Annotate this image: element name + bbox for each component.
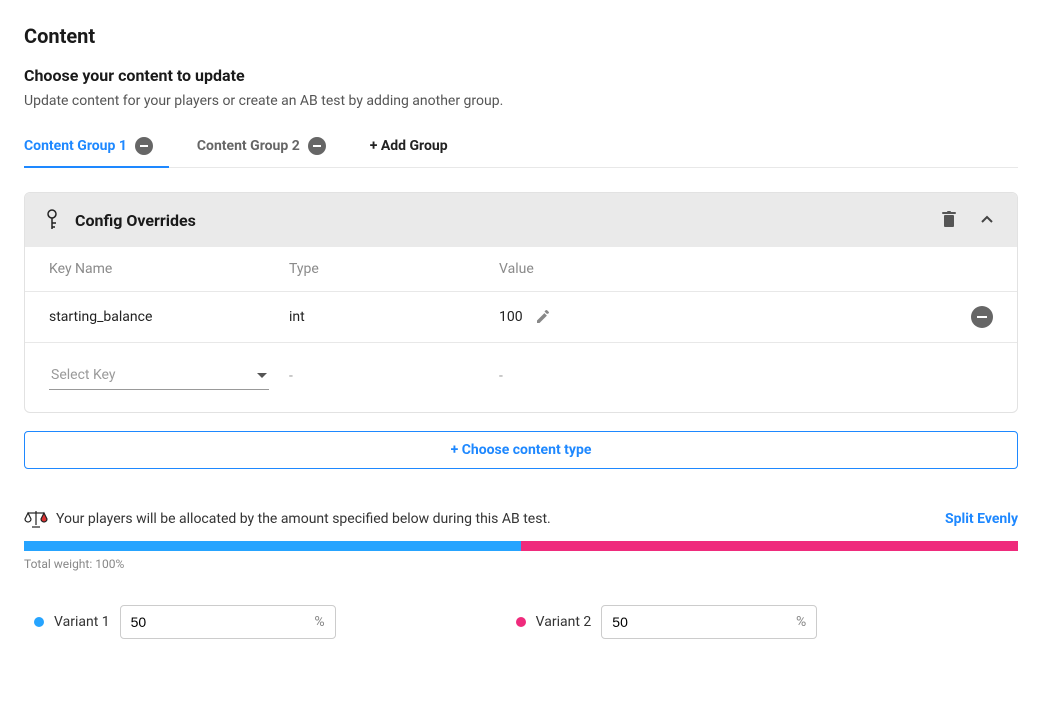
tab-label: Content Group 1 (24, 138, 127, 154)
split-evenly-link[interactable]: Split Evenly (945, 511, 1018, 527)
section-title: Choose your content to update (24, 66, 1018, 85)
total-weight-label: Total weight: 100% (24, 557, 1018, 571)
allocation-bar (24, 541, 1018, 551)
variant-2-input[interactable] (612, 614, 762, 630)
table-select-row: Select Key - - (25, 343, 1017, 412)
variant-2-dot (516, 617, 526, 627)
variant-1-dot (34, 617, 44, 627)
config-overrides-panel: Config Overrides Key Name Type Value sta… (24, 192, 1018, 413)
remove-group-icon[interactable] (308, 137, 326, 155)
chevron-up-icon[interactable] (975, 208, 999, 232)
balance-scale-icon (24, 509, 48, 529)
bar-segment-variant-2 (521, 541, 1018, 551)
variant-1: Variant 1 % (34, 605, 336, 639)
table-header: Key Name Type Value (25, 247, 1017, 292)
variant-1-label: Variant 1 (54, 614, 110, 630)
col-type: Type (289, 261, 499, 277)
cell-key: starting_balance (49, 309, 289, 325)
percent-suffix: % (796, 614, 806, 630)
add-group-button[interactable]: + Add Group (370, 130, 448, 166)
content-group-tabs: Content Group 1 Content Group 2 + Add Gr… (24, 129, 1018, 168)
table-row: starting_balance int 100 (25, 292, 1017, 343)
trash-icon[interactable] (937, 207, 961, 233)
bar-segment-variant-1 (24, 541, 521, 551)
remove-group-icon[interactable] (135, 137, 153, 155)
variant-1-input-wrap[interactable]: % (120, 605, 336, 639)
chevron-down-icon (257, 373, 267, 378)
section-subtitle: Update content for your players or creat… (24, 93, 1018, 109)
choose-content-type-button[interactable]: + Choose content type (24, 431, 1018, 469)
allocation-text: Your players will be allocated by the am… (56, 511, 937, 527)
select-key-dropdown[interactable]: Select Key (49, 361, 269, 390)
cell-value: 100 (499, 309, 523, 325)
select-key-placeholder: Select Key (51, 367, 116, 383)
col-value: Value (499, 261, 933, 277)
tab-content-group-1[interactable]: Content Group 1 (24, 129, 153, 167)
variant-1-input[interactable] (131, 614, 281, 630)
tab-content-group-2[interactable]: Content Group 2 (197, 129, 326, 167)
allocation-row: Your players will be allocated by the am… (24, 509, 1018, 529)
percent-suffix: % (314, 614, 324, 630)
edit-icon[interactable] (535, 309, 551, 325)
cell-value-placeholder: - (499, 368, 933, 384)
remove-row-icon[interactable] (971, 306, 993, 328)
variant-2: Variant 2 % (516, 605, 818, 639)
panel-header: Config Overrides (25, 193, 1017, 247)
cell-type-placeholder: - (289, 368, 499, 384)
page-title: Content (24, 24, 1018, 48)
variant-2-label: Variant 2 (536, 614, 592, 630)
panel-title: Config Overrides (75, 211, 923, 230)
variant-2-input-wrap[interactable]: % (601, 605, 817, 639)
tab-label: Content Group 2 (197, 138, 300, 154)
col-key: Key Name (49, 261, 289, 277)
key-icon (43, 209, 61, 231)
cell-type: int (289, 309, 499, 325)
variants-row: Variant 1 % Variant 2 % (24, 605, 1018, 639)
